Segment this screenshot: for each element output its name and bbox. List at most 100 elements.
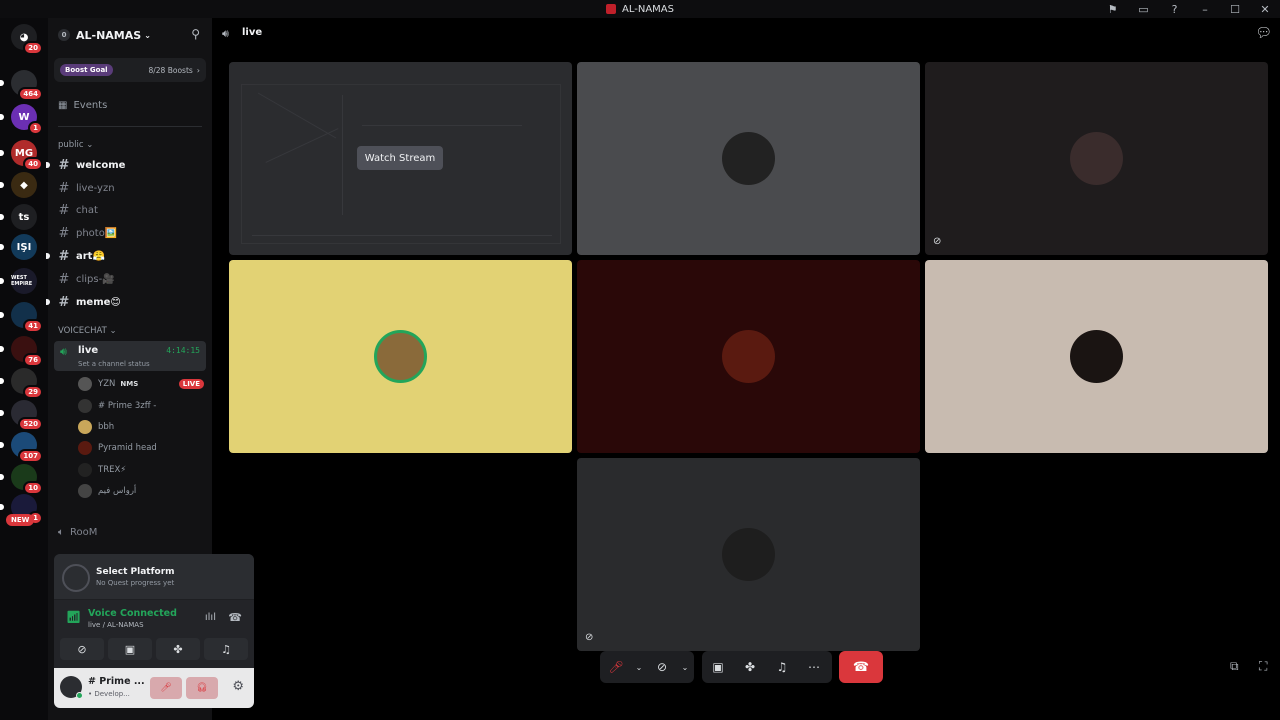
server-header[interactable]: 0 AL-NAMAS ⌄ ⚲	[48, 18, 212, 52]
hashtag-icon: #	[58, 248, 70, 264]
server-icon[interactable]: 107	[0, 432, 43, 463]
mic-options-button[interactable]: ⌄	[632, 651, 646, 683]
voice-action-buttons: ⊘ ▣ ✤ ♫	[60, 638, 248, 660]
hashtag-icon: #	[58, 180, 70, 196]
voice-channel-live[interactable]: 🔊︎ live 4:14:15 Set a channel status	[54, 341, 206, 371]
minimize-button[interactable]: –	[1190, 3, 1220, 16]
close-button[interactable]: ✕	[1250, 3, 1280, 16]
events-label: Events	[73, 100, 108, 111]
server-icon[interactable]: 29	[0, 368, 43, 399]
voice-call-header: 🔊︎ live 💬︎	[212, 18, 1280, 52]
help-icon[interactable]: ?	[1159, 3, 1190, 16]
server-icon-label: IŞI	[16, 241, 32, 253]
server-icon-label: ◆	[20, 179, 28, 191]
server-icon[interactable]: 41	[0, 302, 43, 333]
chevron-down-icon: ⌄	[635, 662, 643, 672]
voice-member[interactable]: # Prime 3zff -	[78, 396, 204, 416]
share-screen-button[interactable]: ▣	[108, 638, 152, 660]
channel-item[interactable]: # live-yzn	[58, 178, 204, 198]
member-name: YZN	[98, 379, 116, 389]
voice-member[interactable]: Pyramid head	[78, 438, 204, 458]
unread-indicator	[0, 214, 4, 220]
channel-item[interactable]: # art😤	[46, 246, 204, 266]
watch-stream-button[interactable]: Watch Stream	[357, 146, 443, 170]
channel-status-placeholder[interactable]: Set a channel status	[78, 360, 150, 368]
category-voicechat[interactable]: VOICECHAT ⌄	[58, 326, 117, 336]
category-public[interactable]: public ⌄	[58, 140, 93, 150]
mute-button[interactable]: 🎤︎	[150, 677, 182, 699]
participant-tile[interactable]	[577, 62, 920, 255]
camera-toggle-button[interactable]: ⊘	[646, 651, 678, 683]
home-button[interactable]: ◕ 20	[11, 24, 43, 55]
unread-indicator	[0, 150, 4, 156]
unread-indicator	[46, 162, 50, 168]
hashtag-icon: #	[58, 294, 70, 310]
share-screen-button[interactable]: ▣	[702, 651, 734, 683]
user-status[interactable]: • Develop...	[88, 690, 130, 698]
server-icon[interactable]: ◆	[0, 172, 37, 198]
screen-share-icon: ▣	[124, 642, 136, 656]
quest-card[interactable]: Select Platform No Quest progress yet	[54, 554, 254, 600]
channel-name: photo🖼️	[76, 227, 118, 239]
voice-connected-channel[interactable]: live / AL-NAMAS	[88, 621, 144, 629]
server-icon[interactable]: MG 40	[0, 140, 43, 171]
activities-button[interactable]: ✤	[156, 638, 200, 660]
participant-tile[interactable]	[577, 260, 920, 453]
voice-member[interactable]: أرواس فيم	[78, 481, 204, 501]
fullscreen-icon[interactable]: ⛶	[1259, 659, 1267, 674]
voice-connected-label[interactable]: Voice Connected	[88, 608, 177, 619]
activities-button[interactable]: ✤	[734, 651, 766, 683]
voice-channel-room[interactable]: 🔈︎ RooM	[58, 527, 97, 538]
server-icon[interactable]: 464	[0, 70, 43, 101]
channel-item[interactable]: # chat	[58, 200, 204, 220]
maximize-button[interactable]: ☐	[1220, 3, 1250, 16]
flag-icon[interactable]: ⚑	[1097, 3, 1128, 16]
channel-name: art😤	[76, 250, 105, 262]
server-icon[interactable]: IŞI	[0, 234, 37, 260]
signal-icon[interactable]: 📶︎	[66, 610, 81, 624]
participant-tile[interactable]: ⊘	[577, 458, 920, 651]
invite-people-icon[interactable]: ⚲	[191, 27, 200, 41]
channel-item[interactable]: # meme😊	[46, 292, 204, 312]
channel-item[interactable]: # clips-🎥	[58, 269, 204, 289]
server-icon[interactable]: W1	[0, 104, 43, 135]
inbox-icon[interactable]: ▭	[1128, 3, 1159, 16]
soundboard-button[interactable]: ♫	[204, 638, 248, 660]
stream-tile[interactable]: Watch Stream	[229, 62, 572, 255]
server-icon[interactable]: ts	[0, 204, 37, 230]
participant-tile[interactable]: ⊘	[925, 62, 1268, 255]
username[interactable]: # Prime ...	[88, 676, 145, 687]
camera-off-button[interactable]: ⊘	[60, 638, 104, 660]
gear-icon[interactable]: ⚙	[232, 679, 244, 694]
chat-bubble-icon[interactable]: 💬︎	[1255, 26, 1272, 41]
popout-icon[interactable]: ⧉	[1230, 659, 1239, 674]
disconnect-call-button[interactable]: ☎	[839, 651, 883, 683]
server-icon[interactable]: 520	[0, 400, 43, 431]
server-icon-label: WEST EMPIRE	[11, 275, 33, 287]
new-badge[interactable]: NEW	[6, 514, 35, 526]
voice-member[interactable]: YZN NMS LIVE	[78, 374, 204, 394]
participant-tile[interactable]	[925, 260, 1268, 453]
server-icon[interactable]: 76	[0, 336, 43, 367]
participant-tile[interactable]	[229, 260, 572, 453]
voice-member[interactable]: TREX⚡	[78, 460, 204, 480]
deafen-button[interactable]: 🎧︎	[186, 677, 218, 699]
voice-member[interactable]: bbh	[78, 417, 204, 437]
channel-item[interactable]: # welcome	[46, 155, 204, 175]
boost-goal-bar[interactable]: Boost Goal 8/28 Boosts ›	[54, 58, 206, 82]
headphones-off-icon: 🎧︎	[196, 683, 208, 693]
disconnect-icon[interactable]: ☎	[228, 611, 242, 624]
events-item[interactable]: ▦ Events	[58, 100, 107, 111]
more-options-button[interactable]: ⋯	[798, 651, 830, 683]
call-channel-name: live	[242, 27, 263, 38]
noise-suppression-icon[interactable]: ılıl	[205, 612, 216, 623]
server-icon[interactable]: WEST EMPIRE	[0, 268, 37, 294]
soundboard-button[interactable]: ♫	[766, 651, 798, 683]
mute-toggle-button[interactable]: 🎤︎	[600, 651, 632, 683]
server-icon[interactable]: 10	[0, 464, 43, 495]
avatar	[1070, 132, 1123, 185]
quest-subtitle: No Quest progress yet	[96, 579, 175, 587]
camera-options-button[interactable]: ⌄	[678, 651, 692, 683]
channel-item[interactable]: # photo🖼️	[58, 223, 204, 243]
home-badge: 20	[23, 41, 43, 55]
